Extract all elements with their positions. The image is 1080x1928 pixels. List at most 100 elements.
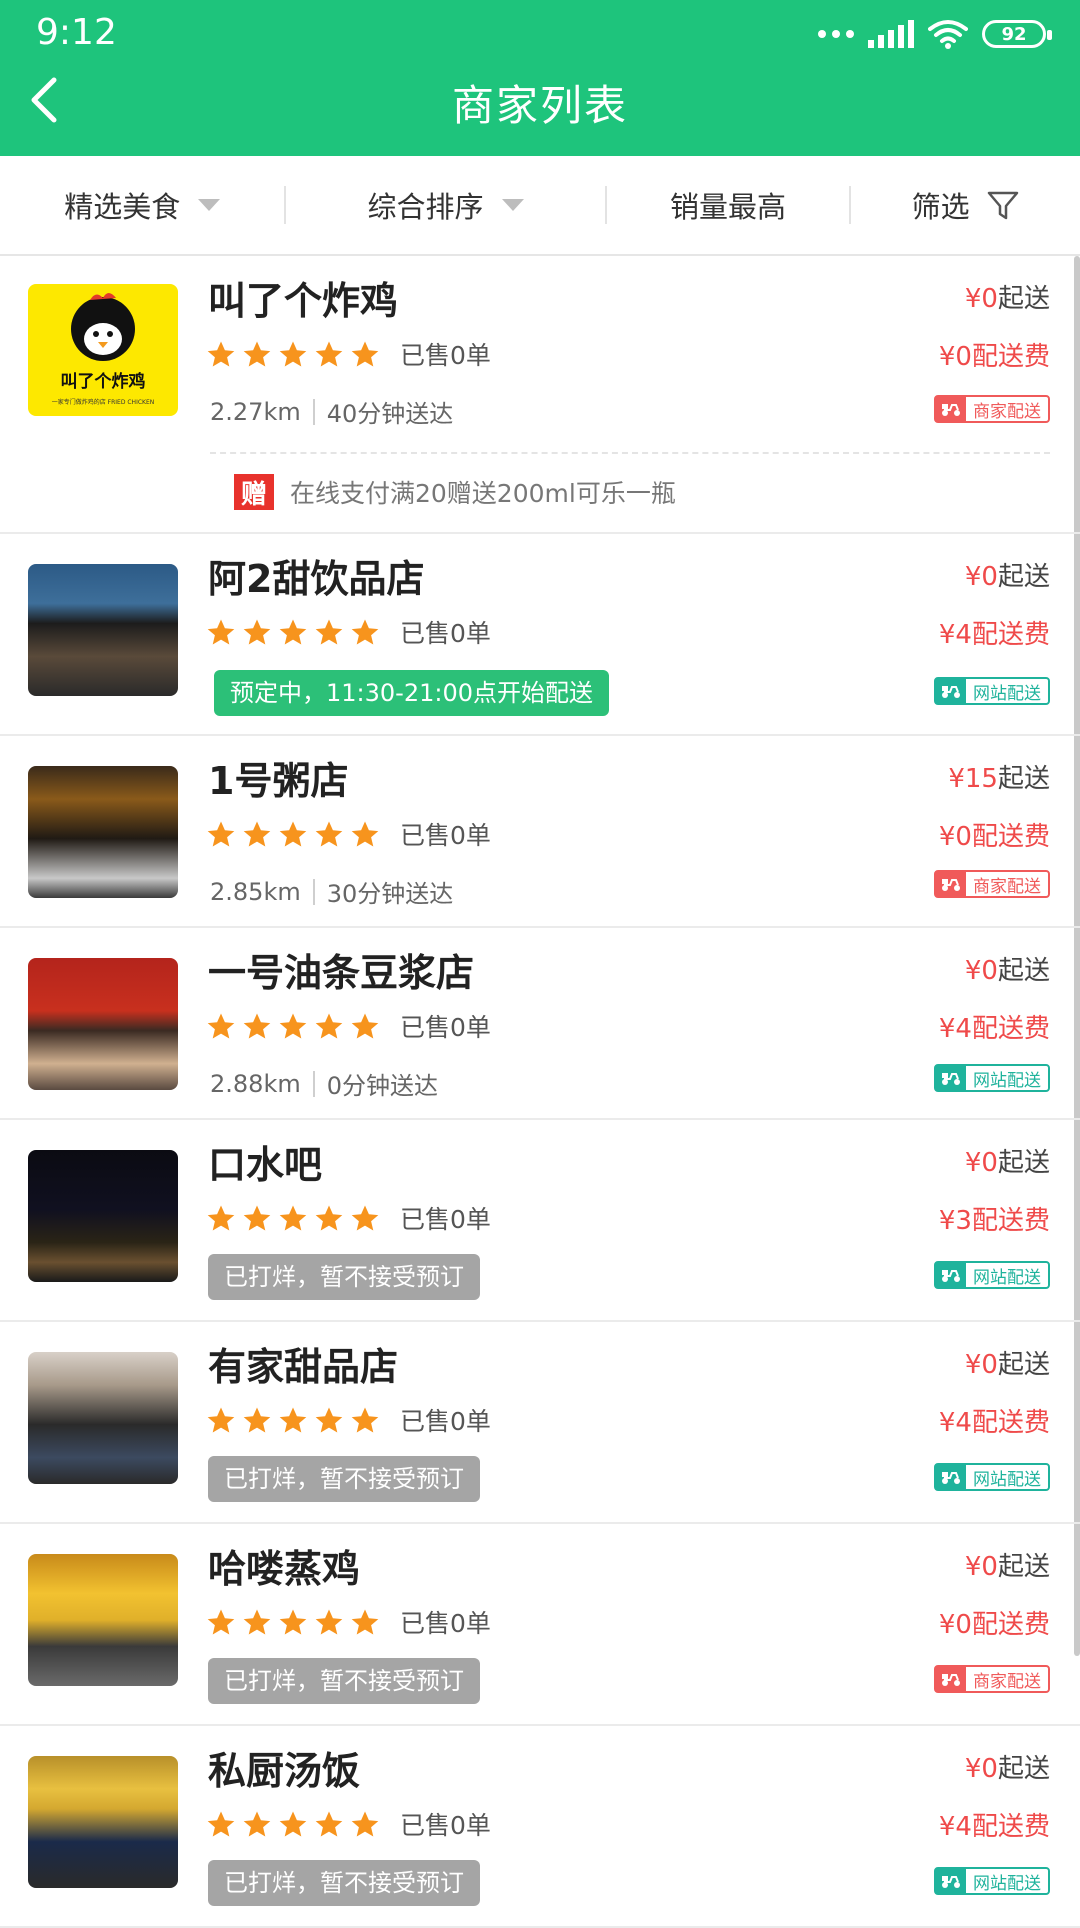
min-order: ¥0起送 bbox=[965, 950, 1050, 987]
distance-eta: 2.85km 30分钟送达 bbox=[210, 874, 453, 909]
filter-screen-button[interactable]: 筛选 bbox=[851, 156, 1080, 254]
gift-icon: 赠 bbox=[234, 474, 274, 510]
min-order-amount: ¥0 bbox=[964, 562, 998, 592]
delivery-badge: 商家配送 bbox=[934, 395, 1050, 423]
store-row[interactable]: 阿2甜饮品店 已售0单 预定中，11:30-21:00点开始配送 ¥0起送 ¥4… bbox=[0, 534, 1080, 736]
star-icon bbox=[207, 1407, 235, 1433]
star-rating bbox=[206, 1012, 380, 1040]
store-logo: 叫了个炸鸡 一家专门做炸鸡的店 FRIED CHICKEN bbox=[28, 284, 178, 416]
delivery-fee: ¥0配送费 bbox=[939, 816, 1050, 853]
status-badge: 预定中，11:30-21:00点开始配送 bbox=[214, 670, 609, 716]
min-order-label: 起送 bbox=[997, 284, 1050, 314]
store-name: 1号粥店 bbox=[208, 759, 349, 803]
star-icon bbox=[207, 1609, 235, 1635]
star-icon bbox=[279, 341, 307, 367]
delivery-fee: ¥0配送费 bbox=[939, 1604, 1050, 1641]
sold-count: 已售0单 bbox=[400, 341, 491, 370]
distance-eta: 2.27km 40分钟送达 bbox=[210, 394, 453, 429]
star-icon bbox=[351, 1205, 379, 1231]
delivery-fee: ¥4配送费 bbox=[939, 1806, 1050, 1843]
min-order: ¥15起送 bbox=[948, 758, 1050, 795]
store-row[interactable]: 哈喽蒸鸡 已售0单 已打烊，暂不接受预订 ¥0起送 ¥0配送费 商家配送 bbox=[0, 1524, 1080, 1726]
filter-category-dropdown[interactable]: 精选美食 bbox=[0, 156, 284, 254]
star-icon bbox=[351, 1811, 379, 1837]
dropdown-arrow-icon bbox=[198, 199, 221, 211]
star-icon bbox=[351, 341, 379, 367]
store-row[interactable]: 口水吧 已售0单 已打烊，暂不接受预订 ¥0起送 ¥3配送费 网站配送 bbox=[0, 1120, 1080, 1322]
star-icon bbox=[315, 619, 343, 645]
min-order-label: 起送 bbox=[997, 1552, 1050, 1582]
delivery-fee-label: 配送费 bbox=[971, 1610, 1050, 1640]
star-icon bbox=[315, 1205, 343, 1231]
min-order-label: 起送 bbox=[997, 1148, 1050, 1178]
star-icon bbox=[315, 821, 343, 847]
min-order: ¥0起送 bbox=[965, 1546, 1050, 1583]
delivery-badge: 网站配送 bbox=[934, 1261, 1050, 1289]
logo-tagline-text: 一家专门做炸鸡的店 FRIED CHICKEN bbox=[52, 398, 155, 406]
sold-count: 已售0单 bbox=[400, 619, 491, 648]
star-icon bbox=[315, 1013, 343, 1039]
delivery-badge-label: 网站配送 bbox=[973, 1873, 1041, 1894]
distance: 2.27km bbox=[210, 397, 301, 426]
min-order: ¥0起送 bbox=[965, 1344, 1050, 1381]
store-name: 叫了个炸鸡 bbox=[208, 279, 399, 323]
star-icon bbox=[279, 1013, 307, 1039]
store-row[interactable]: 1号粥店 已售0单 2.85km 30分钟送达 ¥15起送 ¥0配送费 商家配送 bbox=[0, 736, 1080, 928]
min-order-label: 起送 bbox=[997, 1350, 1050, 1380]
sold-count: 已售0单 bbox=[400, 1407, 491, 1436]
store-row[interactable]: 有家甜品店 已售0单 已打烊，暂不接受预订 ¥0起送 ¥4配送费 网站配送 bbox=[0, 1322, 1080, 1524]
store-photo bbox=[28, 1352, 178, 1484]
store-name: 有家甜品店 bbox=[208, 1345, 399, 1389]
delivery-badge: 商家配送 bbox=[934, 870, 1050, 898]
status-badge: 已打烊，暂不接受预订 bbox=[208, 1456, 480, 1502]
filter-top-sales[interactable]: 销量最高 bbox=[607, 156, 850, 254]
min-order-amount: ¥0 bbox=[964, 1148, 998, 1178]
store-photo bbox=[28, 766, 178, 898]
delivery-badge-label: 网站配送 bbox=[973, 1070, 1041, 1091]
filter-sort-dropdown[interactable]: 综合排序 bbox=[286, 156, 604, 254]
store-name: 口水吧 bbox=[208, 1143, 323, 1187]
delivery-fee: ¥0配送费 bbox=[939, 336, 1050, 373]
star-rating bbox=[206, 1406, 380, 1434]
delivery-badge-label: 网站配送 bbox=[973, 1267, 1041, 1288]
star-icon bbox=[207, 1013, 235, 1039]
delivery-time: 40分钟送达 bbox=[326, 400, 454, 428]
star-icon bbox=[279, 821, 307, 847]
store-row[interactable]: 一号油条豆浆店 已售0单 2.88km 0分钟送达 ¥0起送 ¥4配送费 网站配… bbox=[0, 928, 1080, 1120]
scooter-icon bbox=[936, 1465, 966, 1489]
top-bar: 9:12 92 商家列表 bbox=[0, 0, 1080, 156]
store-row[interactable]: 叫了个炸鸡 一家专门做炸鸡的店 FRIED CHICKEN 叫了个炸鸡 已售0单… bbox=[0, 256, 1080, 534]
delivery-fee-amount: ¥0 bbox=[938, 1610, 972, 1640]
min-order: ¥0起送 bbox=[965, 1748, 1050, 1785]
star-rating bbox=[206, 618, 380, 646]
sold-count: 已售0单 bbox=[400, 1609, 491, 1638]
store-name: 阿2甜饮品店 bbox=[208, 557, 425, 601]
promotion-text: 在线支付满20赠送200ml可乐一瓶 bbox=[290, 479, 676, 508]
star-icon bbox=[315, 1609, 343, 1635]
star-rating bbox=[206, 1204, 380, 1232]
delivery-fee-amount: ¥0 bbox=[938, 342, 972, 372]
store-rating: 已售0单 bbox=[206, 614, 491, 650]
star-icon bbox=[351, 1609, 379, 1635]
store-rating: 已售0单 bbox=[206, 336, 491, 372]
min-order-label: 起送 bbox=[997, 1754, 1050, 1784]
min-order-amount: ¥0 bbox=[964, 1552, 998, 1582]
dashed-divider bbox=[210, 452, 1050, 454]
min-order-amount: ¥15 bbox=[948, 764, 998, 794]
divider bbox=[312, 1070, 315, 1097]
store-rating: 已售0单 bbox=[206, 1008, 491, 1044]
scooter-icon bbox=[936, 1263, 966, 1287]
min-order-label: 起送 bbox=[997, 956, 1050, 986]
filter-category-label: 精选美食 bbox=[64, 190, 181, 224]
store-row[interactable]: 私厨汤饭 已售0单 已打烊，暂不接受预订 ¥0起送 ¥4配送费 网站配送 bbox=[0, 1726, 1080, 1928]
status-badge: 已打烊，暂不接受预订 bbox=[208, 1254, 480, 1300]
delivery-time: 30分钟送达 bbox=[326, 880, 454, 908]
star-icon bbox=[207, 1811, 235, 1837]
sold-count: 已售0单 bbox=[400, 1205, 491, 1234]
delivery-fee-label: 配送费 bbox=[971, 822, 1050, 852]
star-rating bbox=[206, 820, 380, 848]
min-order: ¥0起送 bbox=[965, 1142, 1050, 1179]
status-time: 9:12 bbox=[36, 12, 117, 53]
star-icon bbox=[351, 619, 379, 645]
distance: 2.88km bbox=[210, 1069, 301, 1098]
